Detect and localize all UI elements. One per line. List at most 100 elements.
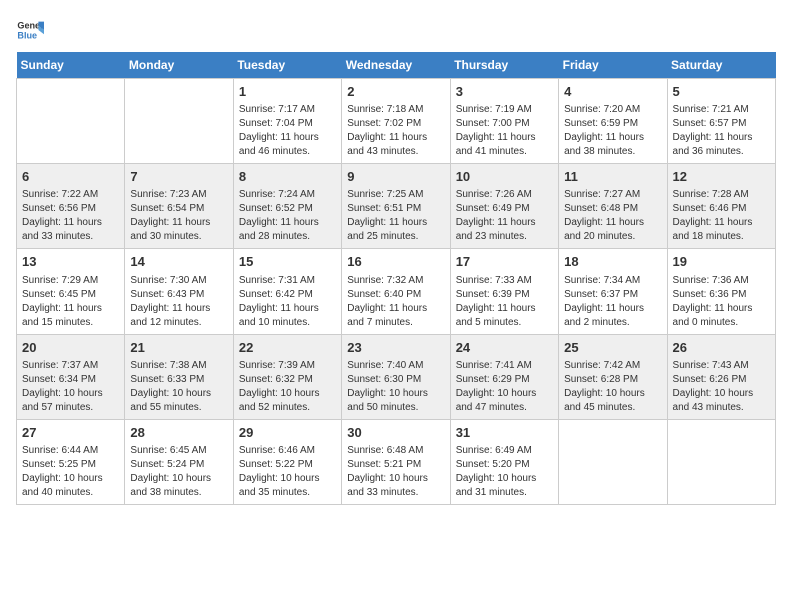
calendar-day-cell bbox=[17, 79, 125, 164]
day-number: 23 bbox=[347, 339, 444, 357]
page-header: General Blue bbox=[16, 16, 776, 44]
day-info: Sunrise: 7:36 AM Sunset: 6:36 PM Dayligh… bbox=[673, 274, 770, 330]
day-number: 27 bbox=[22, 424, 119, 442]
calendar-day-cell: 12 Sunrise: 7:28 AM Sunset: 6:46 PM Dayli… bbox=[667, 164, 775, 249]
calendar-day-cell: 18Sunrise: 7:34 AM Sunset: 6:37 PM Dayli… bbox=[559, 249, 667, 334]
day-info: Sunrise: 7:20 AM Sunset: 6:59 PM Dayligh… bbox=[564, 103, 661, 159]
calendar-day-cell: 28 Sunrise: 6:45 AM Sunset: 5:24 PM Dayli… bbox=[125, 419, 233, 504]
calendar-day-cell: 6Sunrise: 7:22 AM Sunset: 6:56 PM Daylig… bbox=[17, 164, 125, 249]
calendar-day-cell: 17 Sunrise: 7:33 AM Sunset: 6:39 PM Dayli… bbox=[450, 249, 558, 334]
calendar-day-cell bbox=[125, 79, 233, 164]
day-info: Sunrise: 7:29 AM Sunset: 6:45 PM Dayligh… bbox=[22, 274, 119, 330]
calendar-day-cell bbox=[667, 419, 775, 504]
day-info: Sunrise: 7:19 AM Sunset: 7:00 PM Dayligh… bbox=[456, 103, 553, 159]
calendar-day-cell: 15 Sunrise: 7:31 AM Sunset: 6:42 PM Dayli… bbox=[233, 249, 341, 334]
day-number: 12 bbox=[673, 168, 770, 186]
day-info: Sunrise: 7:31 AM Sunset: 6:42 PM Dayligh… bbox=[239, 274, 336, 330]
day-info: Sunrise: 7:34 AM Sunset: 6:37 PM Dayligh… bbox=[564, 274, 661, 330]
logo-icon: General Blue bbox=[16, 16, 44, 44]
day-of-week-header: Sunday bbox=[17, 52, 125, 79]
calendar-day-cell: 8 Sunrise: 7:24 AM Sunset: 6:52 PM Daylig… bbox=[233, 164, 341, 249]
day-number: 26 bbox=[673, 339, 770, 357]
calendar-day-cell: 27 Sunrise: 6:44 AM Sunset: 5:25 PM Dayli… bbox=[17, 419, 125, 504]
day-number: 9 bbox=[347, 168, 444, 186]
day-of-week-header: Saturday bbox=[667, 52, 775, 79]
day-number: 7 bbox=[130, 168, 227, 186]
day-number: 31 bbox=[456, 424, 553, 442]
day-number: 8 bbox=[239, 168, 336, 186]
calendar-day-cell: 26 Sunrise: 7:43 AM Sunset: 6:26 PM Dayli… bbox=[667, 334, 775, 419]
day-of-week-header: Wednesday bbox=[342, 52, 450, 79]
day-info: Sunrise: 7:43 AM Sunset: 6:26 PM Dayligh… bbox=[673, 359, 770, 415]
day-number: 28 bbox=[130, 424, 227, 442]
calendar-day-cell: 25Sunrise: 7:42 AM Sunset: 6:28 PM Dayli… bbox=[559, 334, 667, 419]
day-info: Sunrise: 6:45 AM Sunset: 5:24 PM Dayligh… bbox=[130, 444, 227, 500]
calendar-week-row: 6Sunrise: 7:22 AM Sunset: 6:56 PM Daylig… bbox=[17, 164, 776, 249]
calendar-day-cell: 9 Sunrise: 7:25 AM Sunset: 6:51 PM Daylig… bbox=[342, 164, 450, 249]
day-info: Sunrise: 6:44 AM Sunset: 5:25 PM Dayligh… bbox=[22, 444, 119, 500]
calendar-table: SundayMondayTuesdayWednesdayThursdayFrid… bbox=[16, 52, 776, 505]
day-number: 6 bbox=[22, 168, 119, 186]
day-number: 22 bbox=[239, 339, 336, 357]
calendar-day-cell: 21 Sunrise: 7:38 AM Sunset: 6:33 PM Dayli… bbox=[125, 334, 233, 419]
calendar-day-cell: 22Sunrise: 7:39 AM Sunset: 6:32 PM Dayli… bbox=[233, 334, 341, 419]
day-info: Sunrise: 7:41 AM Sunset: 6:29 PM Dayligh… bbox=[456, 359, 553, 415]
day-number: 10 bbox=[456, 168, 553, 186]
day-info: Sunrise: 7:37 AM Sunset: 6:34 PM Dayligh… bbox=[22, 359, 119, 415]
day-info: Sunrise: 7:25 AM Sunset: 6:51 PM Dayligh… bbox=[347, 188, 444, 244]
day-number: 16 bbox=[347, 253, 444, 271]
day-number: 1 bbox=[239, 83, 336, 101]
day-info: Sunrise: 6:46 AM Sunset: 5:22 PM Dayligh… bbox=[239, 444, 336, 500]
calendar-day-cell: 13 Sunrise: 7:29 AM Sunset: 6:45 PM Dayli… bbox=[17, 249, 125, 334]
calendar-day-cell: 7 Sunrise: 7:23 AM Sunset: 6:54 PM Daylig… bbox=[125, 164, 233, 249]
day-number: 2 bbox=[347, 83, 444, 101]
calendar-day-cell: 29Sunrise: 6:46 AM Sunset: 5:22 PM Dayli… bbox=[233, 419, 341, 504]
day-info: Sunrise: 7:27 AM Sunset: 6:48 PM Dayligh… bbox=[564, 188, 661, 244]
day-info: Sunrise: 7:38 AM Sunset: 6:33 PM Dayligh… bbox=[130, 359, 227, 415]
day-info: Sunrise: 7:33 AM Sunset: 6:39 PM Dayligh… bbox=[456, 274, 553, 330]
day-of-week-header: Friday bbox=[559, 52, 667, 79]
calendar-day-cell: 10 Sunrise: 7:26 AM Sunset: 6:49 PM Dayli… bbox=[450, 164, 558, 249]
day-of-week-header: Thursday bbox=[450, 52, 558, 79]
day-number: 13 bbox=[22, 253, 119, 271]
calendar-day-cell: 20Sunrise: 7:37 AM Sunset: 6:34 PM Dayli… bbox=[17, 334, 125, 419]
day-number: 21 bbox=[130, 339, 227, 357]
calendar-week-row: 1 Sunrise: 7:17 AM Sunset: 7:04 PM Daylig… bbox=[17, 79, 776, 164]
header-row: SundayMondayTuesdayWednesdayThursdayFrid… bbox=[17, 52, 776, 79]
day-of-week-header: Tuesday bbox=[233, 52, 341, 79]
day-number: 3 bbox=[456, 83, 553, 101]
calendar-week-row: 20Sunrise: 7:37 AM Sunset: 6:34 PM Dayli… bbox=[17, 334, 776, 419]
day-info: Sunrise: 7:30 AM Sunset: 6:43 PM Dayligh… bbox=[130, 274, 227, 330]
day-info: Sunrise: 6:49 AM Sunset: 5:20 PM Dayligh… bbox=[456, 444, 553, 500]
day-number: 17 bbox=[456, 253, 553, 271]
calendar-week-row: 13 Sunrise: 7:29 AM Sunset: 6:45 PM Dayli… bbox=[17, 249, 776, 334]
calendar-day-cell: 1 Sunrise: 7:17 AM Sunset: 7:04 PM Daylig… bbox=[233, 79, 341, 164]
calendar-day-cell: 23 Sunrise: 7:40 AM Sunset: 6:30 PM Dayli… bbox=[342, 334, 450, 419]
day-info: Sunrise: 7:18 AM Sunset: 7:02 PM Dayligh… bbox=[347, 103, 444, 159]
day-info: Sunrise: 7:26 AM Sunset: 6:49 PM Dayligh… bbox=[456, 188, 553, 244]
calendar-day-cell: 24 Sunrise: 7:41 AM Sunset: 6:29 PM Dayli… bbox=[450, 334, 558, 419]
calendar-day-cell: 5Sunrise: 7:21 AM Sunset: 6:57 PM Daylig… bbox=[667, 79, 775, 164]
day-number: 4 bbox=[564, 83, 661, 101]
day-number: 5 bbox=[673, 83, 770, 101]
logo: General Blue bbox=[16, 16, 44, 44]
day-number: 25 bbox=[564, 339, 661, 357]
day-info: Sunrise: 7:23 AM Sunset: 6:54 PM Dayligh… bbox=[130, 188, 227, 244]
day-info: Sunrise: 7:24 AM Sunset: 6:52 PM Dayligh… bbox=[239, 188, 336, 244]
calendar-day-cell: 16Sunrise: 7:32 AM Sunset: 6:40 PM Dayli… bbox=[342, 249, 450, 334]
day-number: 15 bbox=[239, 253, 336, 271]
calendar-day-cell: 19 Sunrise: 7:36 AM Sunset: 6:36 PM Dayli… bbox=[667, 249, 775, 334]
day-info: Sunrise: 7:40 AM Sunset: 6:30 PM Dayligh… bbox=[347, 359, 444, 415]
calendar-day-cell: 4 Sunrise: 7:20 AM Sunset: 6:59 PM Daylig… bbox=[559, 79, 667, 164]
calendar-day-cell: 3 Sunrise: 7:19 AM Sunset: 7:00 PM Daylig… bbox=[450, 79, 558, 164]
calendar-day-cell: 31 Sunrise: 6:49 AM Sunset: 5:20 PM Dayli… bbox=[450, 419, 558, 504]
day-info: Sunrise: 7:28 AM Sunset: 6:46 PM Dayligh… bbox=[673, 188, 770, 244]
day-info: Sunrise: 6:48 AM Sunset: 5:21 PM Dayligh… bbox=[347, 444, 444, 500]
calendar-week-row: 27 Sunrise: 6:44 AM Sunset: 5:25 PM Dayli… bbox=[17, 419, 776, 504]
day-number: 19 bbox=[673, 253, 770, 271]
day-number: 30 bbox=[347, 424, 444, 442]
day-number: 24 bbox=[456, 339, 553, 357]
day-info: Sunrise: 7:17 AM Sunset: 7:04 PM Dayligh… bbox=[239, 103, 336, 159]
calendar-day-cell bbox=[559, 419, 667, 504]
svg-text:Blue: Blue bbox=[17, 30, 37, 40]
